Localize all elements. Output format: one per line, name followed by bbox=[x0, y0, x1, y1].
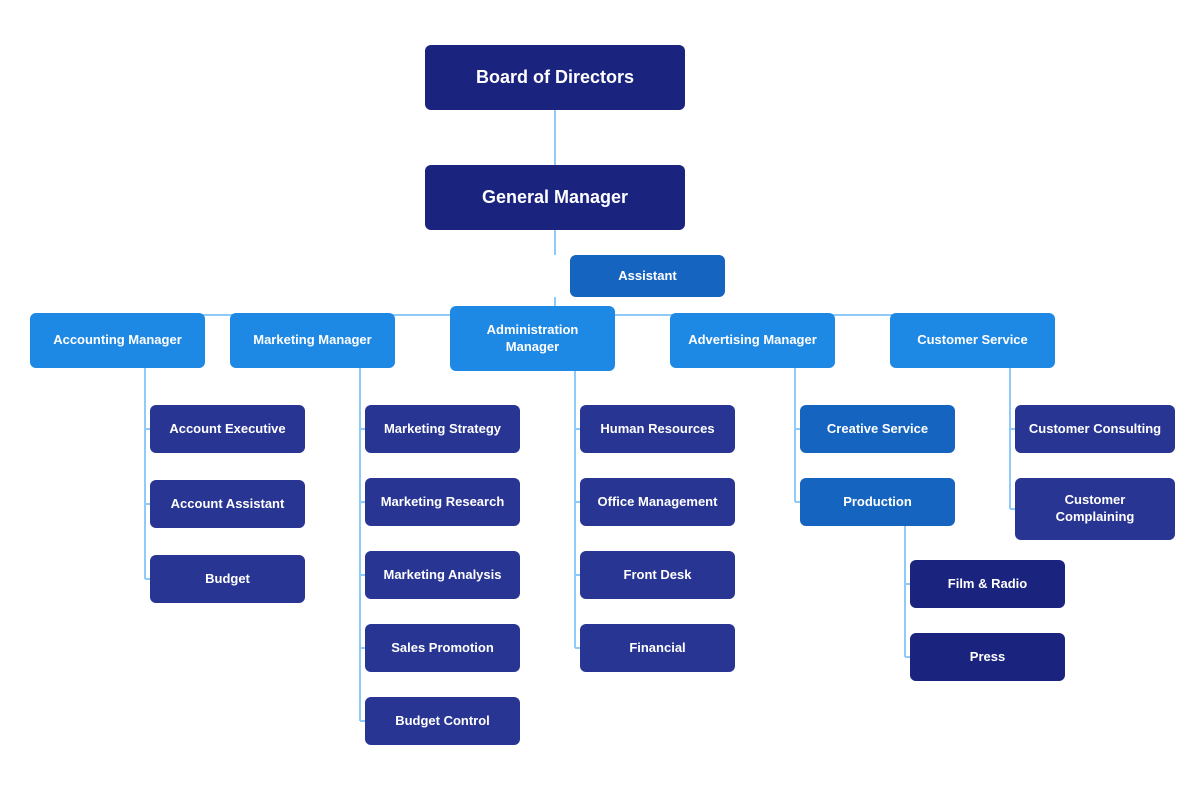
board-of-directors-node: Board of Directors bbox=[425, 45, 685, 110]
account-executive-node: Account Executive bbox=[150, 405, 305, 453]
general-manager-node: General Manager bbox=[425, 165, 685, 230]
marketing-research-node: Marketing Research bbox=[365, 478, 520, 526]
creative-service-node: Creative Service bbox=[800, 405, 955, 453]
advertising-manager-node: Advertising Manager bbox=[670, 313, 835, 368]
budget-node: Budget bbox=[150, 555, 305, 603]
org-chart: Board of Directors General Manager Assis… bbox=[10, 20, 1190, 780]
press-node: Press bbox=[910, 633, 1065, 681]
front-desk-node: Front Desk bbox=[580, 551, 735, 599]
assistant-node: Assistant bbox=[570, 255, 725, 297]
sales-promotion-node: Sales Promotion bbox=[365, 624, 520, 672]
administration-manager-node: Administration Manager bbox=[450, 306, 615, 371]
customer-complaining-node: Customer Complaining bbox=[1015, 478, 1175, 540]
office-management-node: Office Management bbox=[580, 478, 735, 526]
marketing-manager-node: Marketing Manager bbox=[230, 313, 395, 368]
human-resources-node: Human Resources bbox=[580, 405, 735, 453]
financial-node: Financial bbox=[580, 624, 735, 672]
marketing-analysis-node: Marketing Analysis bbox=[365, 551, 520, 599]
production-node: Production bbox=[800, 478, 955, 526]
account-assistant-node: Account Assistant bbox=[150, 480, 305, 528]
film-radio-node: Film & Radio bbox=[910, 560, 1065, 608]
customer-service-node: Customer Service bbox=[890, 313, 1055, 368]
marketing-strategy-node: Marketing Strategy bbox=[365, 405, 520, 453]
accounting-manager-node: Accounting Manager bbox=[30, 313, 205, 368]
customer-consulting-node: Customer Consulting bbox=[1015, 405, 1175, 453]
budget-control-node: Budget Control bbox=[365, 697, 520, 745]
